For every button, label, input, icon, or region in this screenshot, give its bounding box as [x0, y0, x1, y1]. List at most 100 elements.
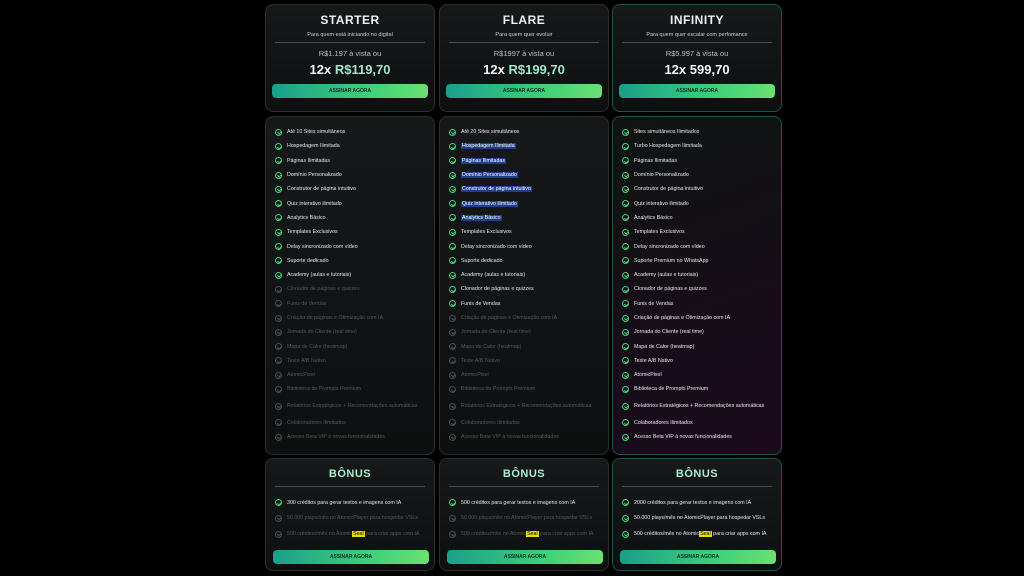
- subscribe-button[interactable]: ASSINAR AGORA: [446, 84, 602, 98]
- check-circle-disabled-icon: [275, 433, 282, 441]
- features-list: Até 10 Sites simultâneos Hospedagem Ilimi…: [266, 117, 434, 444]
- check-circle-icon: [622, 499, 629, 506]
- item-label: Biblioteca de Prompts Premium: [461, 386, 535, 392]
- list-item: Até 10 Sites simultâneos: [275, 125, 434, 139]
- check-circle-icon: [275, 171, 282, 179]
- bonus-title: BÔNUS: [502, 468, 546, 480]
- item-text: Funis de Vendas: [287, 300, 327, 307]
- item-label: Domínio Personalizado: [634, 172, 689, 178]
- item-text: Jornada do Cliente (real time): [287, 329, 357, 336]
- check-circle-disabled-icon: [449, 419, 456, 427]
- check-circle-disabled-icon: [449, 385, 456, 393]
- bonus-list: 2000 créditos para gerar textos e imagen…: [613, 487, 781, 542]
- list-item: Jornada do Cliente (real time): [275, 325, 434, 339]
- subscribe-button[interactable]: ASSINAR AGORA: [272, 84, 428, 98]
- check-circle-icon: [622, 433, 629, 441]
- item-label: Relatórios Estratégicos + Recomendações …: [634, 403, 764, 409]
- list-item: Construtor de página intuitivo: [622, 182, 781, 196]
- features-card: Até 20 Sites simultâneos Hospedagem Ilimi…: [439, 116, 609, 455]
- check-circle-icon: [622, 185, 629, 193]
- list-item: Templates Exclusivos: [275, 225, 434, 239]
- item-text: Clonador de páginas e quizzes: [634, 286, 707, 293]
- bonus-title: BÔNUS: [675, 468, 719, 480]
- check-circle-icon: [622, 128, 629, 136]
- price-cash: R$5.997 à vista ou: [665, 49, 729, 58]
- list-item: Suporte dedicado: [449, 254, 608, 268]
- item-text: Construtor de página intuitivo: [461, 186, 532, 193]
- item-label: Colaboradores Ilimitados: [287, 420, 346, 426]
- features-list: Até 20 Sites simultâneos Hospedagem Ilimi…: [440, 117, 608, 444]
- check-circle-disabled-icon: [275, 371, 282, 379]
- check-circle-icon: [622, 300, 629, 308]
- plan-subtitle: Para quem quer evoluir: [495, 32, 553, 38]
- item-label: Domínio Personalizado: [461, 172, 518, 179]
- item-text: Suporte Premium no WhatsApp: [634, 257, 709, 264]
- item-text: 300 créditos para gerar textos e imagens…: [287, 499, 402, 506]
- item-label: Criação de páginas e Otimização com IA: [287, 315, 383, 321]
- item-label: Turbo Hospedagem Ilimitada: [634, 143, 702, 149]
- list-item: Domínio Personalizado: [449, 168, 608, 182]
- list-item: Teste A/B Nativo: [449, 354, 608, 368]
- item-label: Templates Exclusivos: [461, 229, 512, 235]
- highlighted-word: Seal: [699, 531, 712, 537]
- item-label: Analytics Básico: [287, 215, 326, 221]
- item-text: Até 10 Sites simultâneos: [287, 129, 346, 136]
- check-circle-icon: [449, 257, 456, 265]
- list-item: Funis de Vendas: [275, 297, 434, 311]
- installments-count: 12x: [483, 62, 505, 77]
- item-label: Clonador de páginas e quizzes: [634, 286, 707, 292]
- item-label: Relatórios Estratégicos + Recomendações …: [461, 403, 591, 409]
- check-circle-icon: [622, 314, 629, 322]
- bonus-subscribe-button[interactable]: ASSINAR AGORA: [447, 550, 603, 564]
- list-item: Quiz interativo ilimitado: [275, 196, 434, 210]
- plan-name: FLARE: [502, 13, 546, 27]
- item-text: Funis de Vendas: [634, 300, 674, 307]
- item-label: 500 créditos/mês no AtomicSeal para cria…: [461, 531, 593, 537]
- item-text: Clonador de páginas e quizzes: [287, 286, 360, 293]
- item-label: Funis de Vendas: [634, 301, 673, 307]
- item-label: Criação de páginas e Otimização com IA: [461, 315, 557, 321]
- item-label: Jornada do Cliente (real time): [287, 329, 357, 335]
- item-label: Quiz interativo ilimitado: [287, 201, 342, 207]
- item-text: Mapa de Calor (heatmap): [287, 343, 348, 350]
- item-label: Mapa de Calor (heatmap): [287, 344, 347, 350]
- list-item: Analytics Básico: [622, 211, 781, 225]
- list-item: Criação de páginas e Otimização com IA: [275, 311, 434, 325]
- item-text: Mapa de Calor (heatmap): [461, 343, 522, 350]
- installment-value: R$119,70: [334, 62, 391, 77]
- item-label: Mapa de Calor (heatmap): [461, 344, 521, 350]
- check-circle-icon: [275, 257, 282, 265]
- list-item: Colaboradores Ilimitados: [275, 416, 434, 430]
- bonus-subscribe-button[interactable]: ASSINAR AGORA: [273, 550, 429, 564]
- item-text: Teste A/B Nativo: [634, 357, 673, 364]
- plan-name: INFINITY: [670, 13, 724, 27]
- list-item: 300 créditos para gerar textos e imagens…: [275, 495, 434, 510]
- list-item: Clonador de páginas e quizzes: [449, 282, 608, 296]
- list-item: Hospedagem Ilimitada: [275, 139, 434, 153]
- list-item: Jornada do Cliente (real time): [622, 325, 781, 339]
- item-text: Funis de Vendas: [461, 300, 501, 307]
- item-text: Relatórios Estratégicos + Recomendações …: [461, 403, 592, 410]
- item-label: Delay sincronizado com vídeo: [634, 244, 705, 250]
- item-label: Funis de Vendas: [287, 301, 326, 307]
- list-item: Funis de Vendas: [449, 297, 608, 311]
- item-label: Construtor de página intuitivo: [634, 186, 703, 192]
- check-circle-icon: [622, 271, 629, 279]
- item-text: Biblioteca de Prompts Premium: [461, 386, 536, 393]
- installments-count: 12x: [664, 62, 687, 77]
- item-label: Criação de páginas e Otimização com IA: [634, 315, 730, 321]
- item-label: Acesso Beta VIP à novas funcionalidades: [287, 434, 385, 440]
- item-text: Criação de páginas e Otimização com IA: [634, 315, 730, 321]
- subscribe-button[interactable]: ASSINAR AGORA: [619, 84, 775, 98]
- check-circle-icon: [449, 499, 456, 506]
- list-item: Delay sincronizado com vídeo: [449, 239, 608, 253]
- bonus-subscribe-button[interactable]: ASSINAR AGORA: [620, 550, 776, 564]
- item-text: Suporte dedicado: [287, 257, 329, 264]
- list-item: Relatórios Estratégicos + Recomendações …: [622, 397, 781, 416]
- check-circle-icon: [622, 200, 629, 208]
- bonus-card: BÔNUS 300 créditos para gerar textos e i…: [265, 458, 435, 571]
- check-circle-disabled-icon: [275, 328, 282, 336]
- item-label: Teste A/B Nativo: [287, 358, 326, 364]
- plan-header-card: INFINITY Para quem quer escalar com perf…: [612, 4, 782, 112]
- list-item: Suporte Premium no WhatsApp: [622, 254, 781, 268]
